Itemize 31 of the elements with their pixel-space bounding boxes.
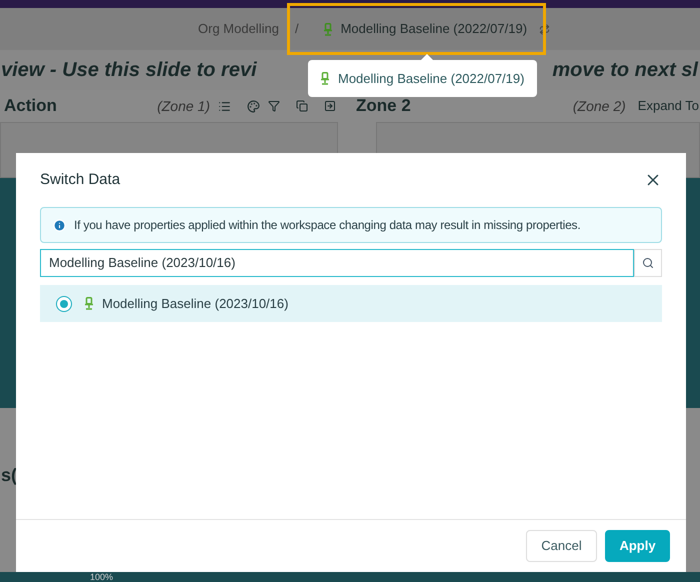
menu-item[interactable]: Modelling Baseline (2022/07/19) bbox=[338, 68, 524, 88]
filter-icon[interactable] bbox=[268, 100, 280, 112]
slide-title: move to next sl bbox=[552, 58, 698, 83]
search-button[interactable] bbox=[634, 249, 662, 277]
switch-icon[interactable] bbox=[539, 24, 550, 34]
expand-link[interactable]: Expand To bbox=[638, 96, 699, 116]
zone-label: (Zone 2) bbox=[572, 96, 626, 116]
chair-icon bbox=[320, 72, 330, 85]
list-icon[interactable] bbox=[218, 100, 231, 112]
zone-title: Action bbox=[4, 95, 57, 118]
info-text: If you have properties applied within the workspace changing data may result in missing properties. bbox=[74, 217, 580, 234]
breadcrumb-separator: / bbox=[294, 20, 299, 38]
chair-icon bbox=[84, 297, 94, 310]
palette-icon[interactable] bbox=[247, 100, 260, 112]
dialog-title: Switch Data bbox=[40, 170, 120, 190]
option-label: Modelling Baseline (2023/10/16) bbox=[102, 294, 288, 313]
breadcrumb-current[interactable]: Modelling Baseline (2022/07/19) bbox=[340, 19, 528, 39]
search-icon bbox=[642, 257, 654, 269]
chair-icon bbox=[322, 22, 333, 36]
info-icon bbox=[53, 218, 66, 232]
zone-label: (Zone 1) bbox=[157, 96, 210, 116]
radio-button[interactable] bbox=[56, 296, 72, 312]
option-row[interactable]: Modelling Baseline (2023/10/16) bbox=[40, 285, 662, 322]
slide-title: view - Use this slide to revi bbox=[1, 58, 257, 83]
zone-title: Zone 2 bbox=[356, 95, 411, 118]
copy-icon[interactable] bbox=[296, 100, 308, 112]
cancel-button[interactable]: Cancel bbox=[526, 530, 597, 562]
export-icon[interactable] bbox=[324, 100, 336, 112]
search-field[interactable]: Modelling Baseline (2023/10/16) bbox=[40, 249, 634, 277]
percent-label: 100% bbox=[90, 572, 114, 582]
zone-title: s( bbox=[1, 464, 18, 487]
